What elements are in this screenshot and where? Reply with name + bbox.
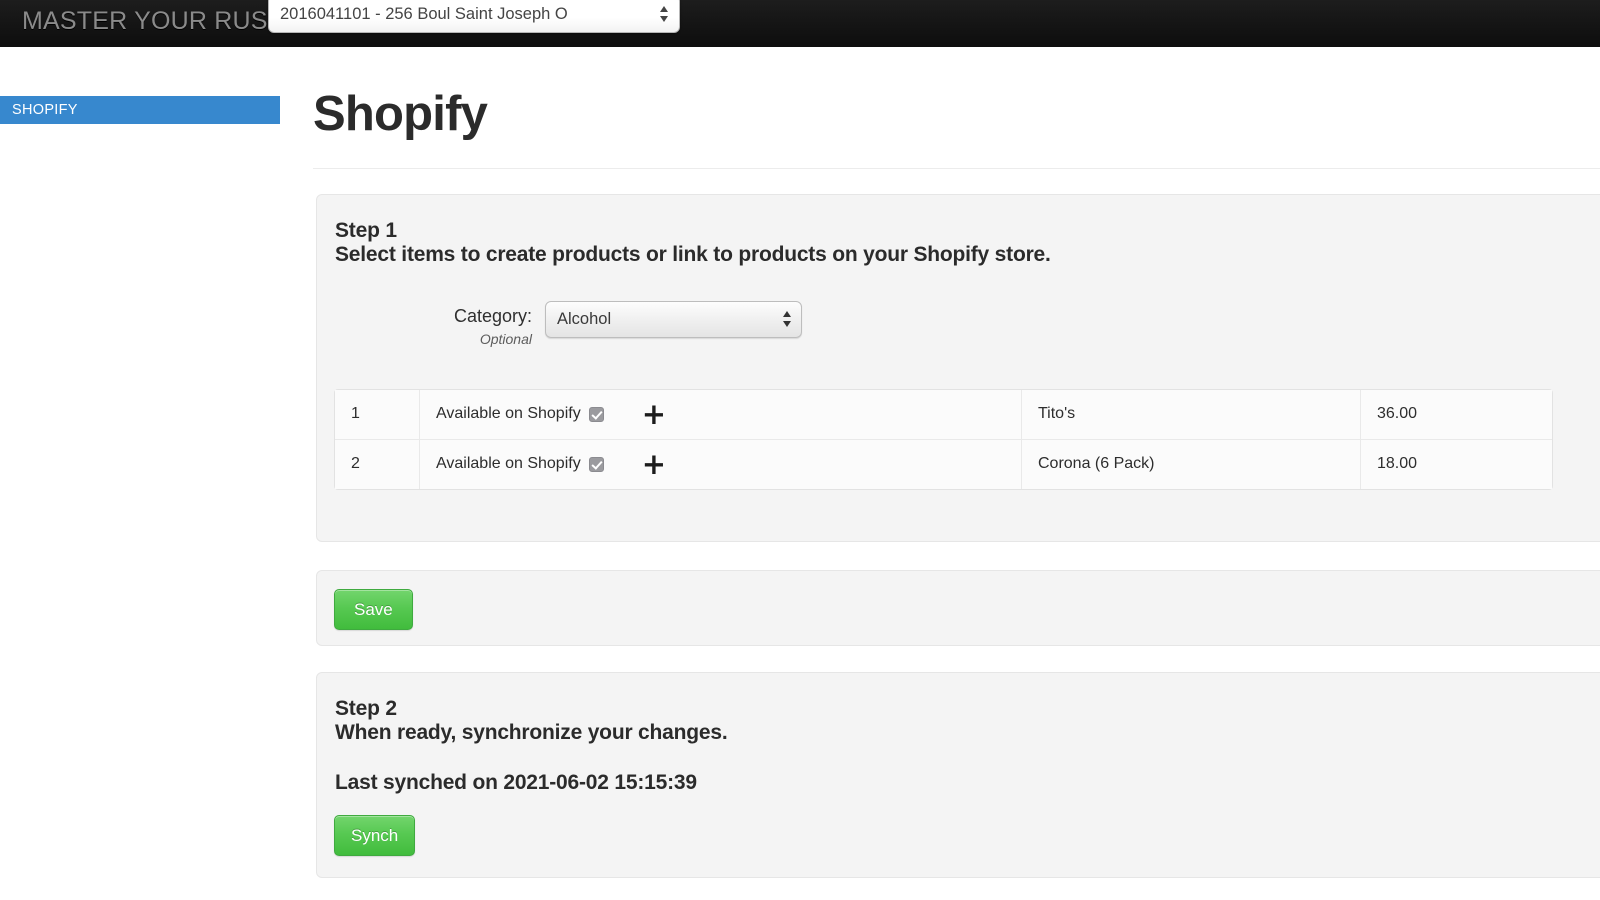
step1-heading-block: Step 1 Select items to create products o… <box>317 195 1600 267</box>
category-label-block: Category: Optional <box>452 305 532 349</box>
row-product-name: Corona (6 Pack) <box>1022 439 1361 489</box>
row-product-name: Tito's <box>1022 389 1361 440</box>
category-label: Category: <box>453 305 532 326</box>
step2-heading-block: Step 2 When ready, synchronize your chan… <box>317 673 1600 745</box>
row-availability-cell: Available on Shopify + <box>420 389 1022 440</box>
row-product-price: 18.00 <box>1361 439 1552 489</box>
step2-subheading: When ready, synchronize your changes. <box>335 720 728 744</box>
add-product-icon[interactable]: + <box>642 449 666 479</box>
availability-checkbox[interactable] <box>588 456 604 472</box>
category-select-wrapper[interactable]: Alcohol <box>545 300 802 338</box>
add-product-icon[interactable]: + <box>642 399 666 429</box>
items-table: 1 Available on Shopify + Tito's 36.00 2 … <box>334 388 1553 490</box>
save-panel: Save <box>316 570 1600 646</box>
row-index: 2 <box>335 439 420 489</box>
availability-checkbox[interactable] <box>588 406 604 422</box>
synch-button[interactable]: Synch <box>334 814 416 856</box>
category-select[interactable]: Alcohol <box>545 300 802 338</box>
row-availability-cell: Available on Shopify + <box>420 439 1022 489</box>
table-row: 1 Available on Shopify + Tito's 36.00 <box>335 389 1552 440</box>
top-bar: MASTER YOUR RUSH :: 2016041101 - 256 Bou… <box>0 0 1600 47</box>
last-synched-text: Last synched on 2021-06-02 15:15:39 <box>335 770 697 794</box>
content-header: Shopify <box>313 60 1600 177</box>
save-button[interactable]: Save <box>334 589 413 630</box>
availability-group: Available on Shopify + <box>436 399 1021 429</box>
sidebar: SHOPIFY <box>0 96 280 124</box>
row-product-price: 36.00 <box>1361 389 1552 440</box>
page-title: Shopify <box>313 87 488 141</box>
store-select-wrapper[interactable]: 2016041101 - 256 Boul Saint Joseph O <box>268 0 680 33</box>
step1-panel: Step 1 Select items to create products o… <box>316 194 1600 542</box>
category-row: Category: Optional Alcohol <box>317 300 1600 365</box>
availability-label: Available on Shopify <box>436 455 581 473</box>
brand-title: MASTER YOUR RUSH :: <box>22 7 308 35</box>
table-row: 2 Available on Shopify + Corona (6 Pack)… <box>335 439 1552 489</box>
availability-group: Available on Shopify + <box>436 449 1021 479</box>
category-optional-note: Optional <box>479 330 532 347</box>
step2-panel: Step 2 When ready, synchronize your chan… <box>316 672 1600 878</box>
availability-label: Available on Shopify <box>436 405 581 423</box>
step1-heading: Step 1 <box>335 219 397 242</box>
row-index: 1 <box>335 389 420 440</box>
sidebar-item-shopify[interactable]: SHOPIFY <box>0 96 280 124</box>
step1-subheading: Select items to create products or link … <box>335 242 1051 266</box>
store-select[interactable]: 2016041101 - 256 Boul Saint Joseph O <box>268 0 680 33</box>
step2-heading: Step 2 <box>335 697 397 720</box>
title-divider <box>313 167 1600 169</box>
